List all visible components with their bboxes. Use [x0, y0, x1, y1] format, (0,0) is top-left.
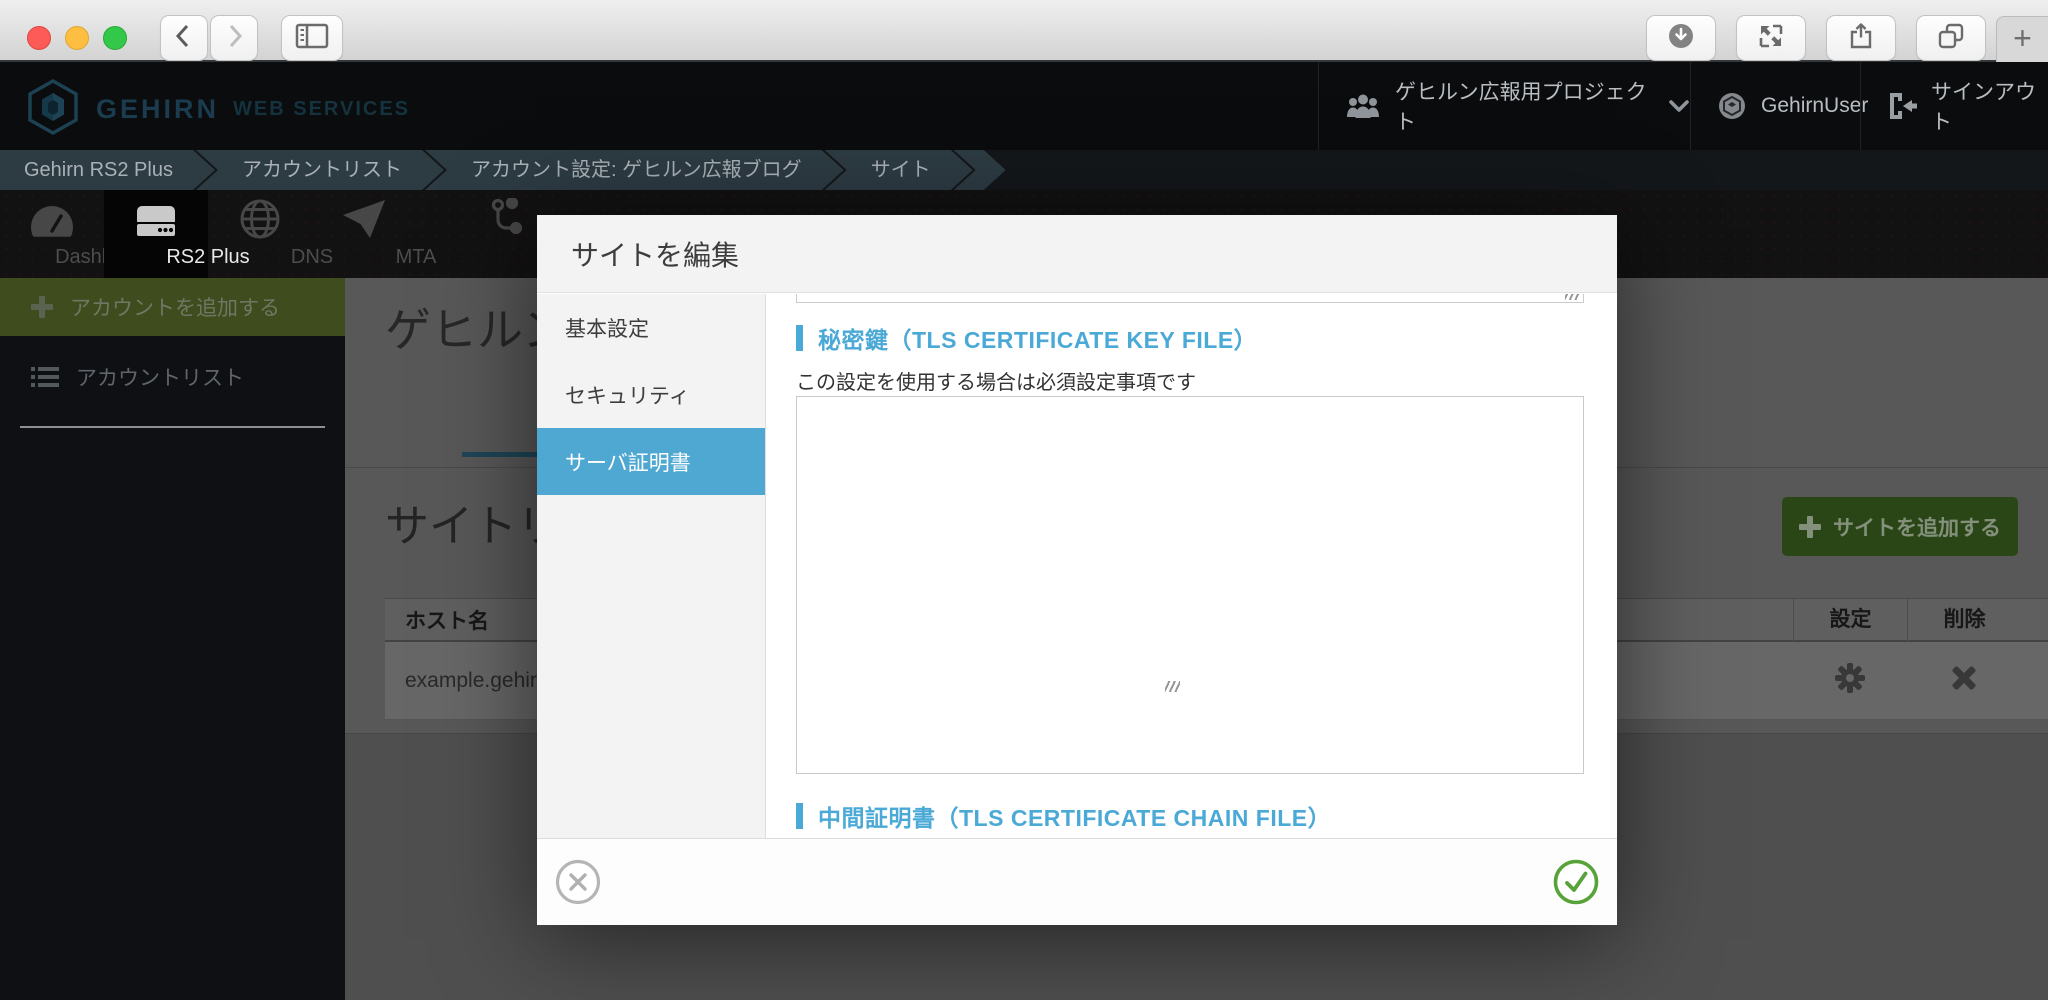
user-badge-icon: [1717, 91, 1747, 121]
forward-button[interactable]: [210, 15, 258, 61]
back-icon: [172, 22, 196, 55]
server-icon: [104, 198, 208, 240]
cancel-button[interactable]: [554, 858, 602, 906]
row-delete-button[interactable]: [1907, 663, 2021, 699]
brand-text: GEHIRN: [96, 94, 219, 125]
key-section-heading: 秘密鍵（TLS CERTIFICATE KEY FILE）: [796, 321, 1257, 355]
tls-key-textarea[interactable]: [796, 396, 1584, 774]
fullscreen-icon: [1757, 22, 1785, 55]
nav-item-mta[interactable]: MTA: [312, 190, 416, 278]
previous-textarea-clipped[interactable]: [796, 294, 1584, 303]
back-button[interactable]: [160, 15, 208, 61]
close-circle-icon: [554, 858, 602, 906]
signout-icon: [1887, 92, 1917, 120]
sidebar-toggle-icon: [294, 22, 330, 55]
user-label: GehirnUser: [1761, 94, 1868, 118]
breadcrumb-item-account-list[interactable]: アカウントリスト: [196, 150, 444, 190]
app-window: + GEHIRN WEB SERVICES: [0, 0, 2048, 1000]
breadcrumb: Gehirn RS2 Plus アカウントリスト アカウント設定: ゲヒルン広報…: [0, 150, 2048, 190]
nav-item-dashboard[interactable]: Dashboard: [0, 190, 104, 278]
heading-accent-bar: [796, 803, 803, 829]
forward-icon: [222, 22, 246, 55]
signout-label: サインアウト: [1931, 76, 2048, 136]
plus-icon: [30, 295, 54, 319]
x-icon: [1949, 663, 1979, 699]
chevron-down-icon: [1668, 99, 1690, 113]
tab-overview-button[interactable]: [1916, 15, 1986, 61]
row-settings-button[interactable]: [1793, 662, 1907, 700]
sidebar-divider: [20, 426, 325, 428]
site-list-heading: サイトリ: [385, 490, 561, 554]
gehirn-logo[interactable]: GEHIRN WEB SERVICES: [26, 78, 410, 141]
project-switcher[interactable]: ゲヒルン広報用プロジェクト: [1318, 62, 1690, 150]
project-label: ゲヒルン広報用プロジェクト: [1395, 76, 1654, 136]
modal-nav-security[interactable]: セキュリティ: [537, 361, 765, 428]
gear-icon: [1834, 662, 1866, 700]
column-header-delete: 削除: [1907, 598, 2021, 642]
column-header-settings: 設定: [1793, 598, 1907, 642]
resize-grip-icon[interactable]: [1565, 294, 1580, 300]
modal-nav-server-certificate[interactable]: サーバ証明書: [537, 428, 765, 495]
modal-nav-basic-settings[interactable]: 基本設定: [537, 294, 765, 361]
chain-section-heading: 中間証明書（TLS CERTIFICATE CHAIN FILE）: [796, 799, 1331, 833]
new-tab-button[interactable]: +: [1996, 16, 2048, 62]
breadcrumb-item-account-settings[interactable]: アカウント設定: ゲヒルン広報ブログ: [425, 150, 844, 190]
signout-button[interactable]: サインアウト: [1860, 62, 2048, 150]
nav-item-rs2plus[interactable]: RS2 Plus: [104, 190, 208, 278]
resize-grip-icon[interactable]: [1165, 681, 1180, 692]
tabs-icon: [1937, 22, 1965, 55]
paper-plane-icon: [312, 198, 416, 240]
plus-icon: [1799, 516, 1821, 538]
download-icon: [1667, 22, 1695, 55]
share-icon: [1847, 22, 1875, 55]
zoom-window-button[interactable]: [103, 26, 127, 50]
close-window-button[interactable]: [27, 26, 51, 50]
submit-button[interactable]: [1552, 858, 1600, 906]
key-required-note: この設定を使用する場合は必須設定事項です: [796, 366, 1196, 395]
share-button[interactable]: [1826, 15, 1896, 61]
user-menu[interactable]: GehirnUser: [1690, 62, 1860, 150]
browser-titlebar: +: [0, 0, 2048, 62]
nav-item-dns[interactable]: DNS: [208, 190, 312, 278]
brand-suffix-text: WEB SERVICES: [233, 98, 410, 121]
heading-accent-bar: [796, 325, 803, 351]
edit-site-modal: サイトを編集 基本設定 セキュリティ サーバ証明書 秘密鍵（TLS CERTIF…: [537, 215, 1617, 925]
downloads-button[interactable]: [1646, 15, 1716, 61]
sidebar-item-label: アカウントリスト: [76, 362, 244, 392]
app-header: GEHIRN WEB SERVICES ゲヒルン広報用プロジェクト: [0, 62, 2048, 150]
gauge-icon: [0, 198, 104, 240]
modal-footer: [537, 838, 1617, 925]
modal-title: サイトを編集: [537, 215, 1617, 293]
modal-content: 秘密鍵（TLS CERTIFICATE KEY FILE） この設定を使用する場…: [767, 294, 1617, 838]
sidebar-item-add-account[interactable]: アカウントを追加する: [0, 278, 345, 336]
globe-icon: [208, 198, 312, 240]
project-group-icon: [1345, 92, 1381, 120]
modal-nav: 基本設定 セキュリティ サーバ証明書: [537, 294, 766, 838]
gehirn-hexagon-icon: [26, 78, 80, 141]
add-site-label: サイトを追加する: [1833, 512, 2001, 542]
breadcrumb-item-sites[interactable]: サイト: [825, 150, 973, 190]
add-site-button[interactable]: サイトを追加する: [1782, 497, 2018, 556]
fullscreen-button[interactable]: [1736, 15, 1806, 61]
account-sidebar: アカウントを追加する アカウントリスト: [0, 278, 345, 1000]
sidebar-toggle-button[interactable]: [281, 15, 343, 61]
check-circle-icon: [1552, 858, 1600, 906]
breadcrumb-item-rs2plus[interactable]: Gehirn RS2 Plus: [0, 150, 215, 190]
list-icon: [30, 365, 60, 389]
sidebar-item-label: アカウントを追加する: [70, 292, 280, 322]
minimize-window-button[interactable]: [65, 26, 89, 50]
sidebar-item-account-list[interactable]: アカウントリスト: [0, 336, 345, 418]
